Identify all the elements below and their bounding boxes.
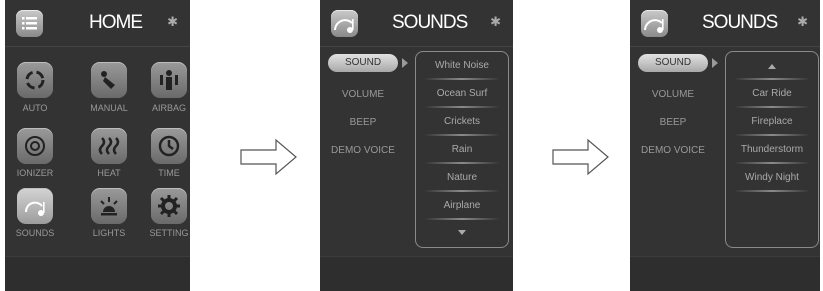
arrow-right-icon xyxy=(552,138,609,176)
divider xyxy=(424,134,500,136)
divider xyxy=(734,106,810,108)
bluetooth-icon: ✱ xyxy=(490,14,501,29)
lights-icon xyxy=(100,197,118,216)
header: SOUNDS ✱ xyxy=(630,0,820,47)
time-icon xyxy=(158,135,180,157)
menu-item-demo-voice[interactable]: DEMO VOICE xyxy=(638,145,708,156)
sounds-screen-page1: SOUNDS ✱ SOUND VOLUME BEEP DEMO VOICE Wh… xyxy=(320,0,513,291)
list-item[interactable]: Rain xyxy=(416,144,508,155)
list-item[interactable]: Car Ride xyxy=(726,88,818,99)
menu-item-volume[interactable]: VOLUME xyxy=(328,89,398,100)
header: SOUNDS ✱ xyxy=(320,0,513,47)
scroll-down-icon[interactable] xyxy=(458,230,466,235)
tile-label-sounds: SOUNDS xyxy=(15,228,55,238)
manual-tile[interactable] xyxy=(91,62,127,98)
menu-item-beep[interactable]: BEEP xyxy=(638,117,708,128)
list-item[interactable]: Ocean Surf xyxy=(416,88,508,99)
divider xyxy=(424,78,500,80)
auto-icon xyxy=(25,70,45,90)
menu-item-volume[interactable]: VOLUME xyxy=(638,89,708,100)
menu-item-sound[interactable]: SOUND xyxy=(638,54,708,72)
sound-list: White Noise Ocean Surf Crickets Rain Nat… xyxy=(415,51,509,248)
divider xyxy=(734,162,810,164)
divider xyxy=(424,162,500,164)
page-title: SOUNDS xyxy=(702,12,778,33)
tile-label-airbag: AIRBAG xyxy=(151,103,186,113)
setting-icon xyxy=(158,195,180,217)
home-screen: HOME ✱ AUTO MANUAL AIRBAG IONIZER HEAT T… xyxy=(5,0,190,291)
divider xyxy=(734,134,810,136)
scroll-up-icon[interactable] xyxy=(768,64,776,69)
bluetooth-icon: ✱ xyxy=(167,14,178,29)
setting-tile[interactable] xyxy=(151,188,187,224)
sound-list: Car Ride Fireplace Thunderstorm Windy Ni… xyxy=(725,51,819,248)
menu-item-sound[interactable]: SOUND xyxy=(328,54,398,72)
divider xyxy=(734,190,810,192)
list-item[interactable]: White Noise xyxy=(416,60,508,71)
list-item[interactable]: Thunderstorm xyxy=(726,144,818,155)
sounds-icon xyxy=(24,201,45,216)
tile-label-time: TIME xyxy=(158,168,180,178)
manual-icon xyxy=(101,71,115,89)
sounds-screen-page2: SOUNDS ✱ SOUND VOLUME BEEP DEMO VOICE Ca… xyxy=(630,0,820,291)
list-item[interactable]: Windy Night xyxy=(726,172,818,183)
page-title: HOME xyxy=(89,12,143,33)
tile-label-lights: LIGHTS xyxy=(92,228,126,238)
divider xyxy=(424,218,500,220)
tile-label-ionizer: IONIZER xyxy=(16,168,54,178)
header: HOME ✱ xyxy=(5,0,190,47)
ionizer-icon xyxy=(25,136,45,156)
arrow-right-icon xyxy=(240,138,297,176)
footer-bar xyxy=(630,256,820,291)
lights-tile[interactable] xyxy=(91,188,127,224)
auto-tile[interactable] xyxy=(17,62,53,98)
list-item[interactable]: Crickets xyxy=(416,116,508,127)
selected-arrow-icon xyxy=(402,58,408,68)
footer-bar xyxy=(5,256,190,291)
selected-arrow-icon xyxy=(712,58,718,68)
menu-item-demo-voice[interactable]: DEMO VOICE xyxy=(328,145,398,156)
time-tile[interactable] xyxy=(151,128,187,164)
heat-tile[interactable] xyxy=(91,128,127,164)
tile-label-manual: MANUAL xyxy=(90,103,128,113)
sounds-icon[interactable] xyxy=(331,10,358,37)
list-item[interactable]: Nature xyxy=(416,172,508,183)
sounds-tile[interactable] xyxy=(17,188,53,224)
airbag-icon xyxy=(160,70,178,90)
tile-label-auto: AUTO xyxy=(22,103,48,113)
list-item[interactable]: Airplane xyxy=(416,200,508,211)
menu-item-beep[interactable]: BEEP xyxy=(328,117,398,128)
ionizer-tile[interactable] xyxy=(17,128,53,164)
tile-label-setting: SETTING xyxy=(149,228,189,238)
menu-list-icon[interactable] xyxy=(16,10,43,37)
sounds-icon[interactable] xyxy=(641,10,668,37)
bluetooth-icon: ✱ xyxy=(797,14,808,29)
list-item[interactable]: Fireplace xyxy=(726,116,818,127)
page-title: SOUNDS xyxy=(392,12,468,33)
divider xyxy=(424,106,500,108)
divider xyxy=(424,190,500,192)
heat-icon xyxy=(98,137,120,155)
airbag-tile[interactable] xyxy=(151,62,187,98)
footer-bar xyxy=(320,256,513,291)
divider xyxy=(734,78,810,80)
tile-label-heat: HEAT xyxy=(97,168,121,178)
